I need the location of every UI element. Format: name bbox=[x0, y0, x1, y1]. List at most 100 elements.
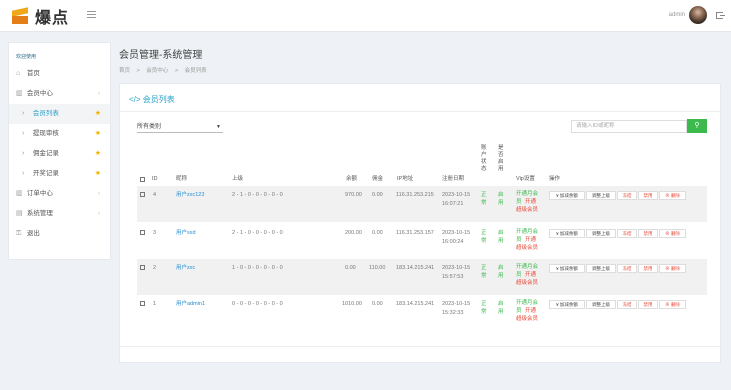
cell-balance: 200.00 bbox=[345, 230, 362, 236]
delete-button[interactable]: ⊗ 删除 bbox=[659, 191, 686, 200]
breadcrumb-separator: > bbox=[174, 68, 179, 74]
logout-icon[interactable] bbox=[716, 12, 725, 19]
vip-open-monthly-link[interactable]: 开通月会 bbox=[516, 228, 538, 236]
row-checkbox[interactable] bbox=[140, 192, 145, 197]
adjust-balance-button[interactable]: ¥ 加减余额 bbox=[549, 191, 585, 200]
disable-button[interactable]: 禁用 bbox=[638, 300, 658, 309]
cell-id: 3 bbox=[153, 230, 157, 236]
vip-super-member-link[interactable]: 超级会员 bbox=[516, 279, 538, 287]
cell-id: 4 bbox=[153, 192, 157, 198]
adjust-superior-button[interactable]: 调整上级 bbox=[586, 264, 616, 273]
cell-date: 2023-10-15 bbox=[442, 192, 471, 198]
cell-nickname[interactable]: 用户zxc bbox=[176, 264, 195, 272]
cell-date: 2023-10-15 bbox=[442, 301, 471, 307]
delete-button[interactable]: ⊗ 删除 bbox=[659, 229, 686, 238]
sidebar-item-system-management[interactable]: ▤ 系统管理 › bbox=[9, 204, 110, 224]
sidebar-item-label: 系统管理 bbox=[26, 210, 53, 217]
cell-nickname[interactable]: 用户zxc123 bbox=[176, 191, 204, 199]
sidebar-item-lottery-records[interactable]: › 开奖记录 ★ bbox=[9, 164, 110, 184]
sidebar-item-withdraw-review[interactable]: › 提现审核 ★ bbox=[9, 124, 110, 144]
disable-button[interactable]: 禁用 bbox=[638, 264, 658, 273]
avatar[interactable] bbox=[689, 6, 707, 24]
disable-button[interactable]: 禁用 bbox=[638, 229, 658, 238]
vip-open-monthly-link-cont[interactable]: 员 bbox=[516, 198, 522, 206]
cell-time: 16:00:24 bbox=[442, 239, 464, 245]
row-checkbox[interactable] bbox=[140, 265, 145, 270]
menu-toggle-icon[interactable] bbox=[87, 11, 96, 19]
column-header-vip: Vip设置 bbox=[516, 176, 535, 182]
brand-name: 爆点 bbox=[35, 10, 70, 27]
cell-nickname[interactable]: 用户admin1 bbox=[176, 300, 205, 308]
vip-super-member-link[interactable]: 超级会员 bbox=[516, 244, 538, 252]
column-header-id: ID bbox=[152, 176, 158, 182]
divider bbox=[120, 111, 720, 112]
vip-open-monthly-link-cont[interactable]: 员 bbox=[516, 307, 522, 315]
star-icon: ★ bbox=[94, 170, 101, 177]
divider bbox=[120, 346, 720, 347]
cell-balance: 1010.00 bbox=[342, 301, 362, 307]
adjust-superior-button[interactable]: 调整上级 bbox=[586, 191, 616, 200]
sidebar-item-member-list[interactable]: › 会员列表 ★ bbox=[9, 104, 110, 124]
sidebar-item-label: 首页 bbox=[26, 70, 40, 77]
freeze-button[interactable]: 冻结 bbox=[617, 264, 637, 273]
row-checkbox[interactable] bbox=[140, 301, 145, 306]
star-icon: ★ bbox=[94, 150, 101, 157]
search-button[interactable]: ⚲ bbox=[687, 119, 707, 133]
search-input[interactable]: 请输入ID或昵称 bbox=[571, 120, 687, 133]
caret-down-icon: ▼ bbox=[216, 124, 221, 130]
delete-button[interactable]: ⊗ 删除 bbox=[659, 264, 686, 273]
vip-super-member-link[interactable]: 超级会员 bbox=[516, 206, 538, 214]
vip-open-link[interactable]: 开通 bbox=[525, 198, 536, 206]
breadcrumb-member-center[interactable]: 会员中心 bbox=[146, 68, 168, 74]
adjust-balance-button[interactable]: ¥ 加减余额 bbox=[549, 264, 585, 273]
vip-open-monthly-link[interactable]: 开通月会 bbox=[516, 299, 538, 307]
vip-open-monthly-link[interactable]: 开通月会 bbox=[516, 263, 538, 271]
star-icon: ★ bbox=[94, 110, 101, 117]
vip-open-link[interactable]: 开通 bbox=[525, 236, 536, 244]
row-checkbox[interactable] bbox=[140, 230, 145, 235]
category-select[interactable]: 所有类别 ▼ bbox=[137, 122, 223, 133]
freeze-button[interactable]: 冻结 bbox=[617, 229, 637, 238]
sidebar-item-home[interactable]: ⌂ 首页 bbox=[9, 64, 110, 84]
sidebar-item-member-center[interactable]: ▥ 会员中心 › bbox=[9, 84, 110, 104]
column-header-balance: 余额 bbox=[346, 176, 358, 182]
cell-nickname[interactable]: 用户sxd bbox=[176, 229, 196, 237]
breadcrumb-home[interactable]: 首页 bbox=[119, 68, 130, 74]
cell-balance: 0.00 bbox=[345, 265, 356, 271]
cell-account-status: 正常 bbox=[481, 301, 487, 315]
adjust-balance-button[interactable]: ¥ 加减余额 bbox=[549, 300, 585, 309]
sidebar-item-order-center[interactable]: ▥ 订单中心 › bbox=[9, 184, 110, 204]
freeze-button[interactable]: 冻结 bbox=[617, 300, 637, 309]
sidebar-item-label: 订单中心 bbox=[26, 190, 53, 197]
select-all-checkbox[interactable] bbox=[140, 177, 145, 182]
column-header-register-date: 注册日期 bbox=[442, 176, 465, 182]
sidebar-item-commission-records[interactable]: › 佣金记录 ★ bbox=[9, 144, 110, 164]
sidebar-item-logout[interactable]: ⚿ 退出 bbox=[9, 224, 110, 244]
cell-superior: 0 - 0 - 0 - 0 - 0 - 0 - 0 bbox=[232, 301, 283, 307]
delete-button[interactable]: ⊗ 删除 bbox=[659, 300, 686, 309]
vip-open-link[interactable]: 开通 bbox=[525, 271, 536, 279]
username[interactable]: admin bbox=[669, 12, 685, 18]
category-select-value: 所有类别 bbox=[137, 124, 162, 130]
vip-open-link[interactable]: 开通 bbox=[525, 307, 536, 315]
cell-account-status: 正常 bbox=[481, 265, 487, 279]
cell-commission: 110.00 bbox=[369, 265, 386, 271]
column-header-commission: 佣金 bbox=[372, 176, 384, 182]
adjust-superior-button[interactable]: 调整上级 bbox=[586, 229, 616, 238]
freeze-button[interactable]: 冻结 bbox=[617, 191, 637, 200]
chevron-right-icon: › bbox=[98, 91, 100, 97]
vip-super-member-link[interactable]: 超级会员 bbox=[516, 315, 538, 323]
chevron-right-icon: › bbox=[22, 110, 25, 117]
vip-open-monthly-link[interactable]: 开通月会 bbox=[516, 190, 538, 198]
sidebar-section-title: 欢迎使用 bbox=[16, 54, 37, 60]
adjust-superior-button[interactable]: 调整上级 bbox=[586, 300, 616, 309]
disable-button[interactable]: 禁用 bbox=[638, 191, 658, 200]
vip-open-monthly-link-cont[interactable]: 员 bbox=[516, 271, 522, 279]
adjust-balance-button[interactable]: ¥ 加减余额 bbox=[549, 229, 585, 238]
sidebar-item-label: 佣金记录 bbox=[32, 150, 59, 157]
cell-enabled: 启用 bbox=[498, 230, 504, 244]
cell-enabled: 启用 bbox=[498, 192, 504, 206]
table-icon: ▥ bbox=[16, 90, 23, 97]
logo[interactable]: 爆点 bbox=[10, 4, 69, 28]
vip-open-monthly-link-cont[interactable]: 员 bbox=[516, 236, 522, 244]
